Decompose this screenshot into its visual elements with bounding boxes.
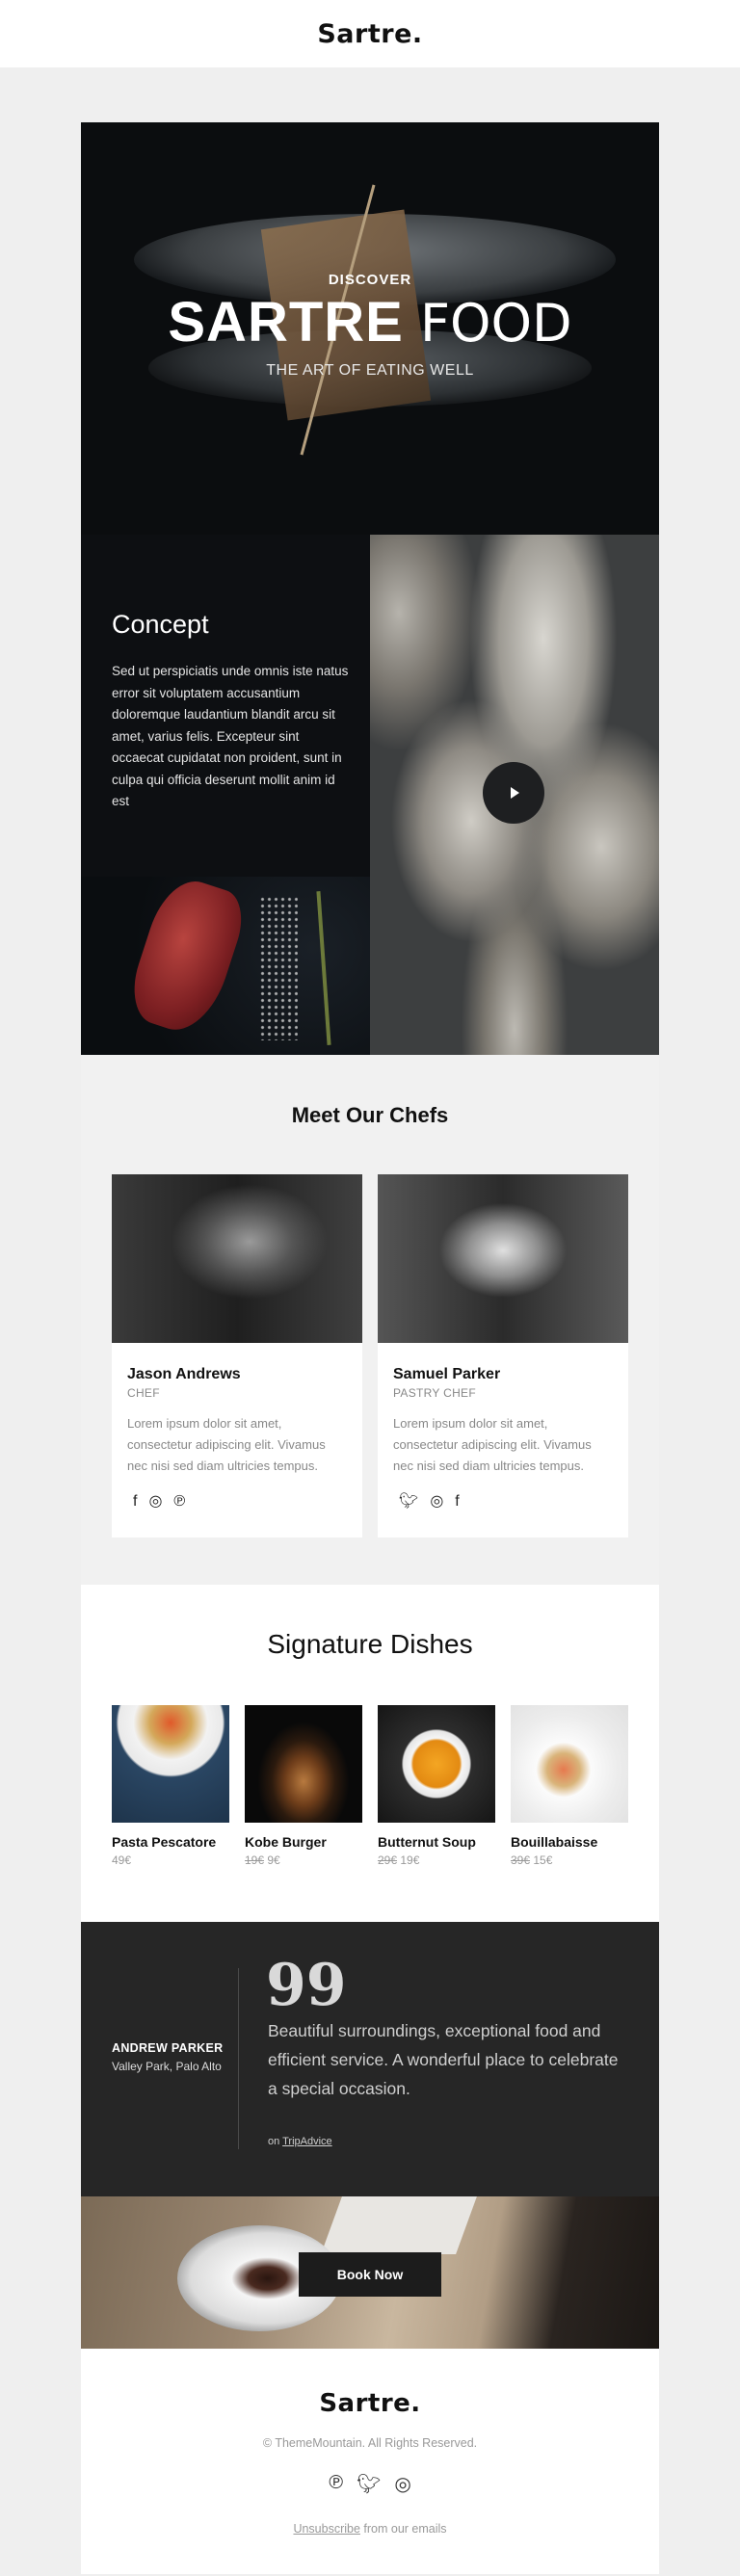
dish-current-price: 49€ bbox=[112, 1853, 132, 1867]
testimonial-source: on TripAdvice bbox=[268, 2136, 332, 2147]
dish-card[interactable]: Pasta Pescatore 49€ bbox=[112, 1705, 229, 1867]
chefs-title: Meet Our Chefs bbox=[291, 1103, 449, 1127]
salt-texture bbox=[259, 896, 298, 1040]
chef-photo bbox=[112, 1174, 362, 1343]
play-icon bbox=[511, 787, 519, 799]
facebook-icon[interactable]: f bbox=[133, 1494, 137, 1510]
dish-old-price: 39€ bbox=[511, 1853, 531, 1867]
instagram-icon[interactable]: ◎ bbox=[430, 1494, 443, 1510]
quote-mark-icon: 99 bbox=[266, 1952, 347, 2019]
concept-text: Concept Sed ut perspiciatis unde omnis i… bbox=[112, 610, 353, 813]
dish-image[interactable] bbox=[245, 1705, 362, 1823]
author-name: ANDREW PARKER bbox=[112, 2041, 224, 2055]
facebook-icon[interactable]: f bbox=[455, 1494, 459, 1510]
copyright-text: © ThemeMountain. All Rights Reserved. bbox=[262, 2436, 478, 2450]
brand-logo[interactable]: Sartre. bbox=[317, 19, 422, 49]
oysters-image bbox=[370, 535, 659, 1055]
dish-image[interactable] bbox=[511, 1705, 628, 1823]
dish-current-price: 9€ bbox=[267, 1853, 280, 1867]
chefs-section: Meet Our Chefs Jason Andrews CHEF Lorem … bbox=[81, 1055, 659, 1585]
footer: Sartre. © ThemeMountain. All Rights Rese… bbox=[81, 2349, 659, 2574]
chef-socials: f ◎ ℗ bbox=[127, 1494, 347, 1510]
hero-text: DISCOVER SARTRE FOOD THE ART OF EATING W… bbox=[81, 272, 659, 380]
dish-image[interactable] bbox=[112, 1705, 229, 1823]
footer-logo[interactable]: Sartre. bbox=[81, 2389, 659, 2418]
top-header: Sartre. bbox=[0, 0, 740, 67]
hero-tagline: THE ART OF EATING WELL bbox=[266, 362, 474, 379]
play-video-button[interactable] bbox=[483, 762, 544, 824]
email-body: DISCOVER SARTRE FOOD THE ART OF EATING W… bbox=[81, 122, 659, 2574]
chef-info: Jason Andrews CHEF Lorem ipsum dolor sit… bbox=[112, 1343, 362, 1510]
dish-card[interactable]: Kobe Burger 19€ 9€ bbox=[245, 1705, 362, 1867]
dish-card[interactable]: Butternut Soup 29€ 19€ bbox=[378, 1705, 495, 1867]
hero-title-bold: SARTRE bbox=[168, 291, 404, 354]
chef-bio: Lorem ipsum dolor sit amet, consectetur … bbox=[127, 1416, 326, 1473]
pinterest-icon[interactable]: ℗ bbox=[329, 2472, 343, 2496]
dish-old-price: 29€ bbox=[378, 1853, 398, 1867]
dish-old-price: 19€ bbox=[245, 1853, 265, 1867]
chef-role: CHEF bbox=[127, 1386, 160, 1400]
testimonial-section: ANDREW PARKER Valley Park, Palo Alto 99 … bbox=[81, 1922, 659, 2196]
dish-card[interactable]: Bouillabaisse 39€ 15€ bbox=[511, 1705, 628, 1867]
chef-card: Jason Andrews CHEF Lorem ipsum dolor sit… bbox=[112, 1174, 362, 1538]
hero-title: SARTRE FOOD bbox=[81, 294, 659, 353]
dish-name: Bouillabaisse bbox=[511, 1834, 598, 1850]
chef-name: Samuel Parker bbox=[393, 1366, 501, 1382]
concept-section: Concept Sed ut perspiciatis unde omnis i… bbox=[81, 535, 659, 1055]
book-now-button[interactable]: Book Now bbox=[299, 2252, 441, 2297]
source-prefix: on bbox=[268, 2136, 280, 2147]
chef-info: Samuel Parker PASTRY CHEF Lorem ipsum do… bbox=[378, 1343, 628, 1510]
dishes-title: Signature Dishes bbox=[267, 1629, 473, 1659]
dish-current-price: 19€ bbox=[400, 1853, 420, 1867]
pinterest-icon[interactable]: ℗ bbox=[173, 1494, 185, 1510]
hero-title-light: FOOD bbox=[419, 293, 572, 354]
chef-photo bbox=[378, 1174, 628, 1343]
testimonial-text: Beautiful surroundings, exceptional food… bbox=[268, 2021, 619, 2098]
dishes-section: Signature Dishes Pasta Pescatore 49€ Kob… bbox=[81, 1585, 659, 1922]
concept-body: Sed ut perspiciatis unde omnis iste natu… bbox=[112, 664, 349, 808]
chef-name: Jason Andrews bbox=[127, 1366, 241, 1382]
dish-name: Kobe Burger bbox=[245, 1834, 327, 1850]
chef-bio: Lorem ipsum dolor sit amet, consectetur … bbox=[393, 1416, 592, 1473]
testimonial-author: ANDREW PARKER Valley Park, Palo Alto bbox=[112, 2041, 223, 2073]
dish-price: 49€ bbox=[112, 1853, 229, 1867]
dish-current-price: 15€ bbox=[533, 1853, 553, 1867]
unsubscribe-line: Unsubscribe from our emails bbox=[81, 2522, 659, 2536]
dish-image[interactable] bbox=[378, 1705, 495, 1823]
hero-eyebrow: DISCOVER bbox=[328, 272, 412, 288]
unsubscribe-suffix: from our emails bbox=[359, 2522, 447, 2536]
dish-price: 29€ 19€ bbox=[378, 1853, 495, 1867]
footer-socials: ℗ 🐦︎ ◎ bbox=[81, 2472, 659, 2496]
dish-price: 19€ 9€ bbox=[245, 1853, 362, 1867]
twitter-icon[interactable]: 🐦︎ bbox=[399, 1494, 418, 1510]
dish-price: 39€ 15€ bbox=[511, 1853, 628, 1867]
booking-banner: Book Now bbox=[81, 2196, 659, 2349]
dish-name: Pasta Pescatore bbox=[112, 1834, 217, 1850]
dish-name: Butternut Soup bbox=[378, 1834, 476, 1850]
instagram-icon[interactable]: ◎ bbox=[394, 2472, 410, 2496]
tripadvice-link[interactable]: TripAdvice bbox=[282, 2136, 332, 2147]
hero-banner: DISCOVER SARTRE FOOD THE ART OF EATING W… bbox=[81, 122, 659, 535]
chef-socials: 🐦︎ ◎ f bbox=[393, 1494, 613, 1510]
twitter-icon[interactable]: 🐦︎ bbox=[357, 2472, 381, 2496]
napkin-image bbox=[321, 2196, 477, 2254]
instagram-icon[interactable]: ◎ bbox=[148, 1494, 162, 1510]
chef-card: Samuel Parker PASTRY CHEF Lorem ipsum do… bbox=[378, 1174, 628, 1538]
testimonial-divider bbox=[238, 1968, 239, 2149]
author-location: Valley Park, Palo Alto bbox=[112, 2060, 222, 2073]
unsubscribe-link[interactable]: Unsubscribe bbox=[293, 2522, 359, 2536]
chef-role: PASTRY CHEF bbox=[393, 1386, 476, 1400]
concept-title: Concept bbox=[112, 610, 209, 639]
